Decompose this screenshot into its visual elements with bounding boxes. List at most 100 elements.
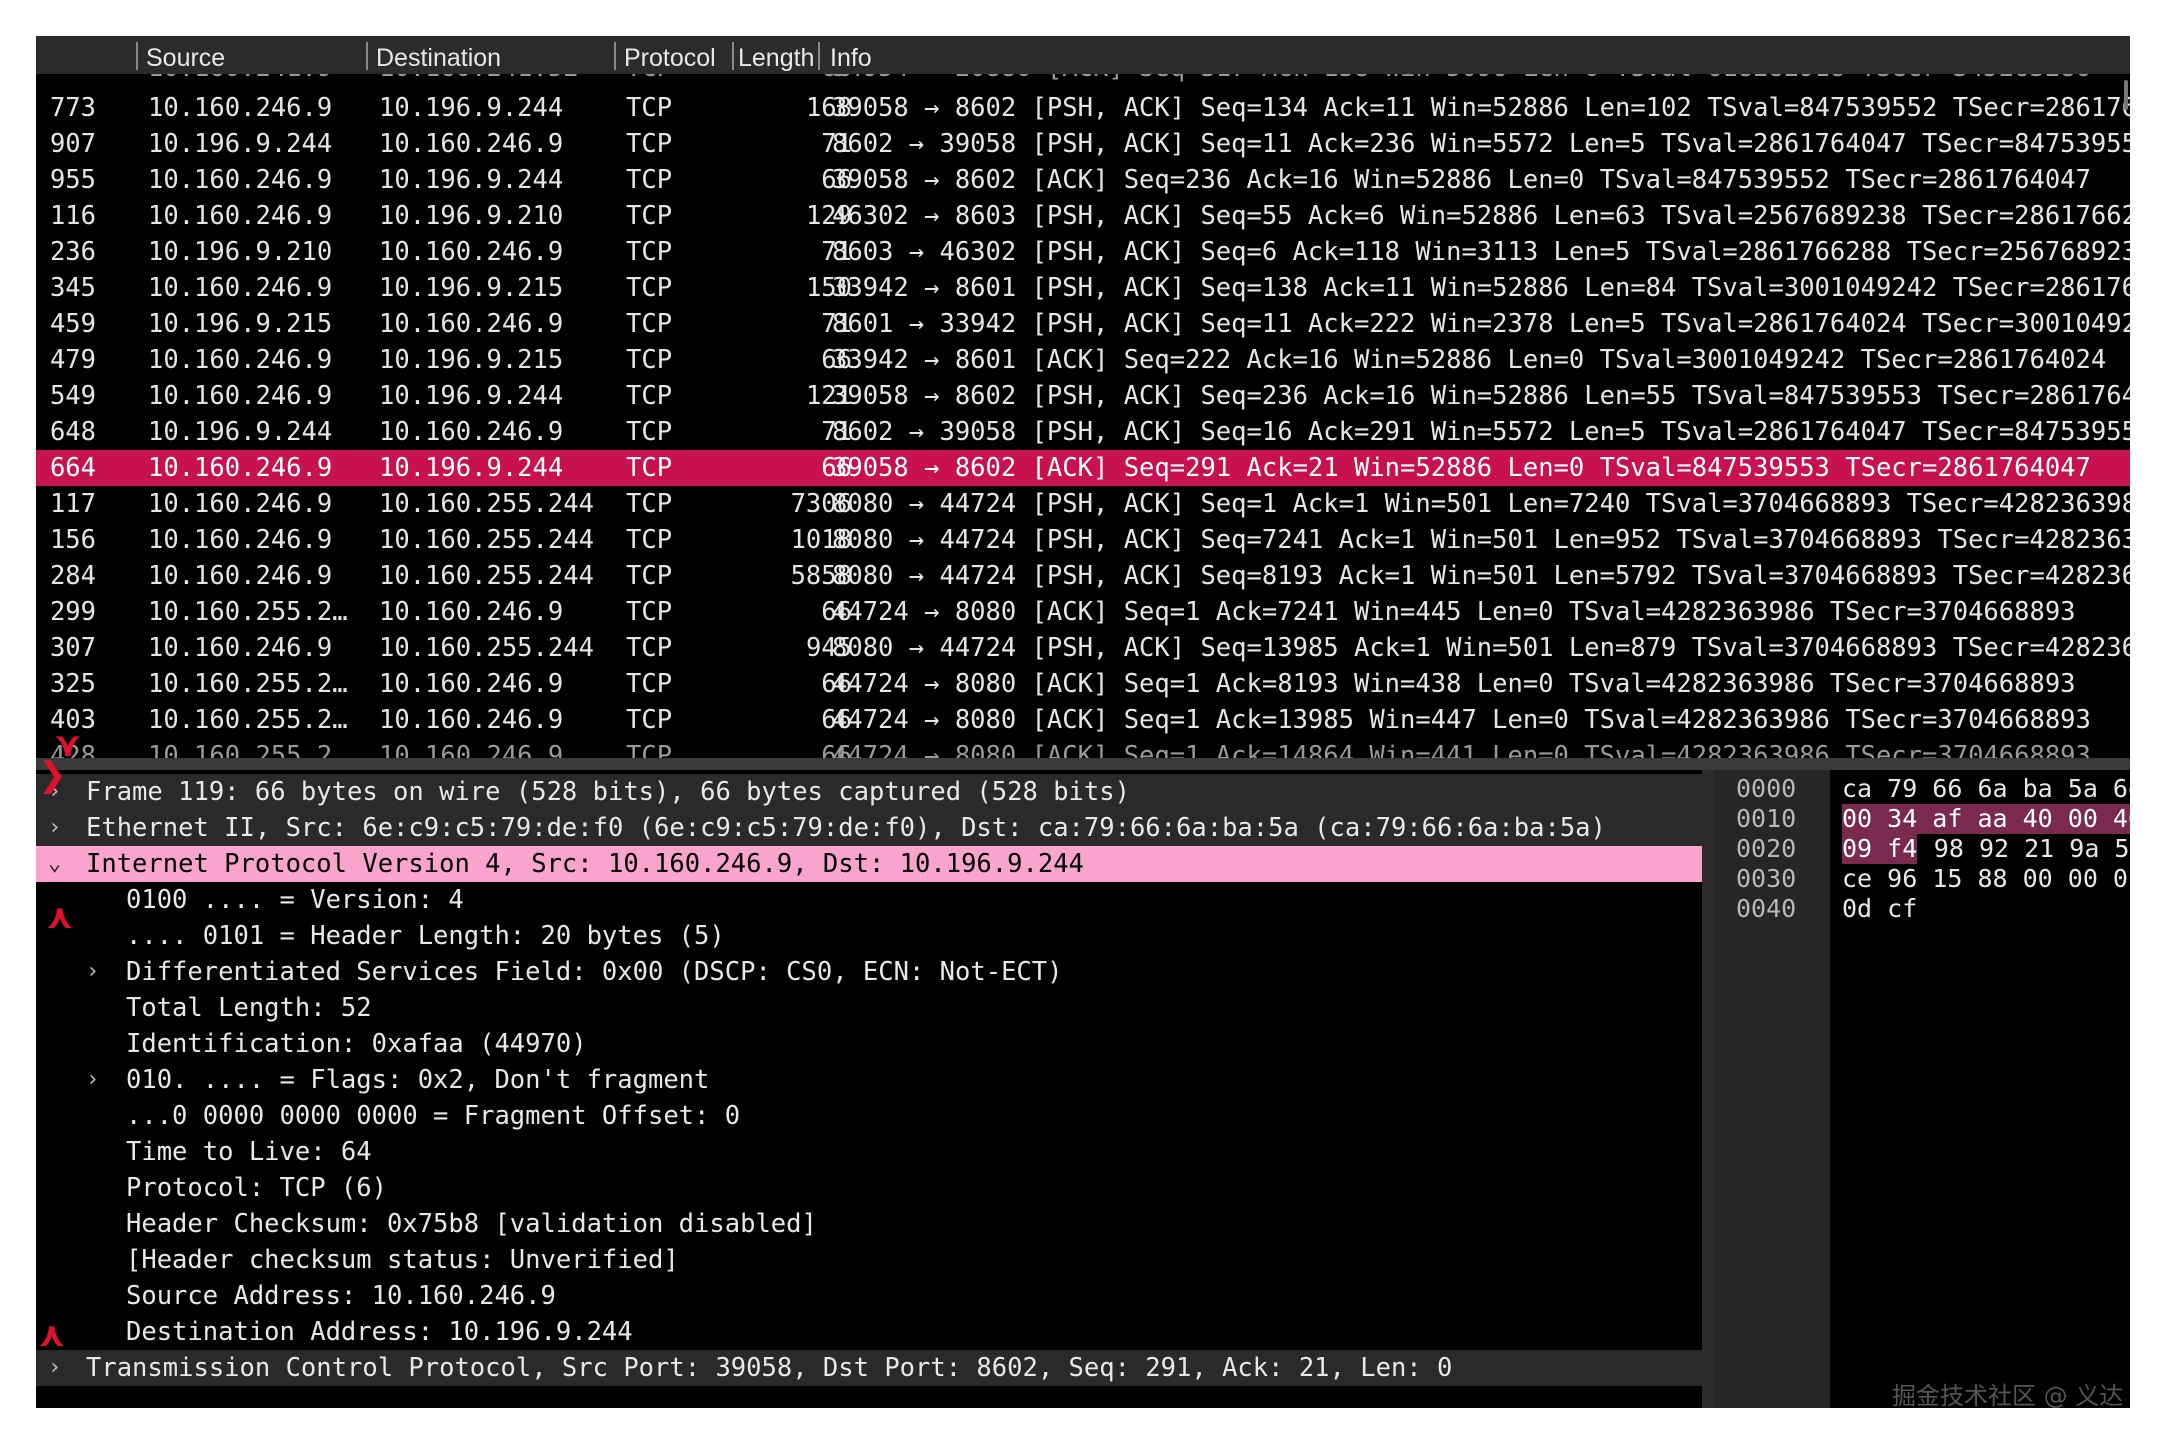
packet-row[interactable]: 403 10.160.255.2… 10.160.246.9 TCP 66 44724 →… (36, 702, 2130, 738)
packet-protocol: TCP (626, 93, 673, 123)
hex-row[interactable]: 0010 00 34 af aa 40 00 40 (1714, 804, 2130, 834)
chevron-right-icon[interactable]: › (48, 810, 61, 846)
packet-info: 39058 → 8602 [PSH, ACK] Seq=236 Ack=16 W… (832, 381, 2130, 411)
tree-label: Source Address: 10.160.246.9 (126, 1281, 556, 1311)
packet-info: 8080 → 44724 [PSH, ACK] Seq=7241 Ack=1 W… (832, 525, 2130, 555)
column-separator[interactable] (818, 42, 820, 70)
tree-section[interactable]: ⌄ Internet Protocol Version 4, Src: 10.16… (36, 846, 1702, 882)
hex-row[interactable]: 0000 ca 79 66 6a ba 5a 6e (1714, 774, 2130, 804)
packet-row[interactable]: 236 10.196.9.210 10.160.246.9 TCP 71 8603 → 4… (36, 234, 2130, 270)
watermark: 掘金技术社区 @ 义达 (1892, 1382, 2124, 1410)
packet-row[interactable]: 284 10.160.246.9 10.160.255.244 TCP 5858 8080… (36, 558, 2130, 594)
packet-row[interactable]: 459 10.196.9.215 10.160.246.9 TCP 71 8601 → 3… (36, 306, 2130, 342)
chevron-down-icon[interactable]: ⌄ (48, 846, 61, 882)
column-separator[interactable] (732, 42, 734, 70)
packet-source: 10.160.255.2… (148, 705, 348, 735)
packet-protocol: TCP (626, 309, 673, 339)
hex-bytes: ce 96 15 88 00 00 01 (1842, 864, 2130, 893)
packet-destination: 10.160.255.244 (379, 561, 594, 591)
annotation-mark-icon: ⋏ (46, 897, 74, 937)
packet-list-scrollbar[interactable] (2124, 80, 2128, 110)
tree-field[interactable]: ...0 0000 0000 0000 = Fragment Offset: 0 (36, 1098, 1702, 1134)
packet-number: 156 (49, 525, 96, 555)
chevron-right-icon[interactable]: › (86, 954, 99, 990)
tree-field[interactable]: Time to Live: 64 (36, 1134, 1702, 1170)
packet-row[interactable]: 156 10.160.246.9 10.160.255.244 TCP 1018 8080… (36, 522, 2130, 558)
packet-row[interactable]: 479 10.160.246.9 10.196.9.215 TCP 66 33942 → … (36, 342, 2130, 378)
hex-bytes: 0d cf (1842, 894, 1918, 923)
column-separator[interactable] (366, 42, 368, 70)
packet-row[interactable]: 345 10.160.246.9 10.196.9.215 TCP 150 33942 →… (36, 270, 2130, 306)
hex-bytes-highlighted: 00 34 af aa 40 00 40 (1842, 804, 2130, 834)
packet-destination: 10.196.9.244 (379, 165, 564, 195)
tree-section[interactable]: › Transmission Control Protocol, Src Port… (36, 1350, 1702, 1386)
column-info[interactable]: Info (830, 36, 872, 74)
tree-field[interactable]: .... 0101 = Header Length: 20 bytes (5) (36, 918, 1702, 954)
packet-bytes-pane[interactable]: 0000 ca 79 66 6a ba 5a 6e 0010 00 34 af aa … (1714, 770, 2130, 1408)
tree-field[interactable]: Destination Address: 10.196.9.244 (36, 1314, 1702, 1350)
packet-destination: 10.160.246.9 (379, 705, 564, 735)
packet-row[interactable]: 907 10.196.9.244 10.160.246.9 TCP 71 8602 → 3… (36, 126, 2130, 162)
packet-row[interactable]: 117 10.160.246.9 10.160.255.244 TCP 7306 8080… (36, 486, 2130, 522)
packet-info: 8603 → 46302 [PSH, ACK] Seq=6 Ack=118 Wi… (832, 237, 2130, 267)
packet-row[interactable]: 307 10.160.246.9 10.160.255.244 TCP 945 8080 … (36, 630, 2130, 666)
packet-row[interactable]: 325 10.160.255.2… 10.160.246.9 TCP 66 44724 →… (36, 666, 2130, 702)
tree-field[interactable]: Identification: 0xafaa (44970) (36, 1026, 1702, 1062)
tree-field[interactable]: Header Checksum: 0x75b8 [validation disa… (36, 1206, 1702, 1242)
column-length[interactable]: Length (738, 36, 816, 74)
hex-row[interactable]: 0020 09 f4 98 92 21 9a 58 (1714, 834, 2130, 864)
tree-field[interactable]: Total Length: 52 (36, 990, 1702, 1026)
hex-offset: 0010 (1736, 804, 1797, 833)
packet-details-tree[interactable]: › Frame 119: 66 bytes on wire (528 bits),… (36, 770, 1702, 1408)
packet-row[interactable]: 648 10.196.9.244 10.160.246.9 TCP 71 8602 → 3… (36, 414, 2130, 450)
hex-offset: 0020 (1736, 834, 1797, 863)
column-separator[interactable] (614, 42, 616, 70)
hex-row[interactable]: 0040 0d cf (1714, 894, 2130, 924)
chevron-right-icon[interactable]: › (86, 1062, 99, 1098)
packet-number: 117 (49, 489, 96, 519)
packet-row[interactable]: 955 10.160.246.9 10.196.9.244 TCP 66 39058 → … (36, 162, 2130, 198)
tree-field[interactable]: 0100 .... = Version: 4 (36, 882, 1702, 918)
packet-protocol: TCP (626, 525, 673, 555)
column-separator[interactable] (136, 42, 138, 70)
hex-offset: 0040 (1736, 894, 1797, 923)
chevron-right-icon[interactable]: › (48, 1350, 61, 1386)
packet-row-selected[interactable]: 664 10.160.246.9 10.196.9.244 TCP 66 39058 → … (36, 450, 2130, 486)
partial-row-bottom[interactable]: 428 10.160.255.2… 10.160.246.9 TCP 66 44… (36, 742, 2130, 758)
annotation-mark-icon: ⋏ (38, 1315, 66, 1355)
packet-source: 10.160.246.9 (148, 525, 333, 555)
packet-row[interactable]: 773 10.160.246.9 10.196.9.244 TCP 168 39058 →… (36, 90, 2130, 126)
column-source[interactable]: Source (146, 36, 225, 74)
tree-field[interactable]: [Header checksum status: Unverified] (36, 1242, 1702, 1278)
tree-field[interactable]: Source Address: 10.160.246.9 (36, 1278, 1702, 1314)
column-destination[interactable]: Destination (376, 36, 501, 74)
packet-protocol: TCP (626, 489, 673, 519)
tree-label: Destination Address: 10.196.9.244 (126, 1317, 633, 1347)
partial-row-top[interactable]: 10.160.241.9 10.160.241.52 TCP 66 34954 … (36, 74, 2130, 90)
hex-row[interactable]: 0030 ce 96 15 88 00 00 01 (1714, 864, 2130, 894)
packet-row[interactable]: 549 10.160.246.9 10.196.9.244 TCP 121 39058 →… (36, 378, 2130, 414)
packet-destination: 10.196.9.244 (379, 93, 564, 123)
tree-section[interactable]: › Frame 119: 66 bytes on wire (528 bits),… (36, 774, 1702, 810)
packet-info: 33942 → 8601 [ACK] Seq=222 Ack=16 Win=52… (832, 345, 2107, 375)
packet-number: 773 (49, 93, 96, 123)
packet-number: 459 (49, 309, 96, 339)
column-protocol[interactable]: Protocol (624, 36, 716, 74)
tree-field[interactable]: › Differentiated Services Field: 0x00 (DS… (36, 954, 1702, 990)
tree-field[interactable]: › 010. .... = Flags: 0x2, Don't fragment (36, 1062, 1702, 1098)
hex-offset: 0000 (1736, 774, 1797, 803)
packet-number: 236 (49, 237, 96, 267)
pane-splitter-vertical[interactable] (1702, 770, 1714, 1408)
packet-row[interactable]: 299 10.160.255.2… 10.160.246.9 TCP 66 44724 →… (36, 594, 2130, 630)
packet-row[interactable]: 116 10.160.246.9 10.196.9.210 TCP 129 46302 →… (36, 198, 2130, 234)
tree-section[interactable]: › Ethernet II, Src: 6e:c9:c5:79:de:f0 (6e… (36, 810, 1702, 846)
packet-source: 10.196.9.210 (148, 237, 333, 267)
pane-splitter[interactable] (36, 758, 2130, 770)
packet-destination: 10.196.9.244 (379, 381, 564, 411)
packet-destination: 10.196.9.215 (379, 273, 564, 303)
tree-label: Identification: 0xafaa (44970) (126, 1029, 587, 1059)
packet-source: 10.160.246.9 (148, 381, 333, 411)
packet-list[interactable]: 10.160.241.9 10.160.241.52 TCP 66 34954 … (36, 74, 2130, 758)
packet-info: 46302 → 8603 [PSH, ACK] Seq=55 Ack=6 Win… (832, 201, 2130, 231)
tree-field[interactable]: Protocol: TCP (6) (36, 1170, 1702, 1206)
